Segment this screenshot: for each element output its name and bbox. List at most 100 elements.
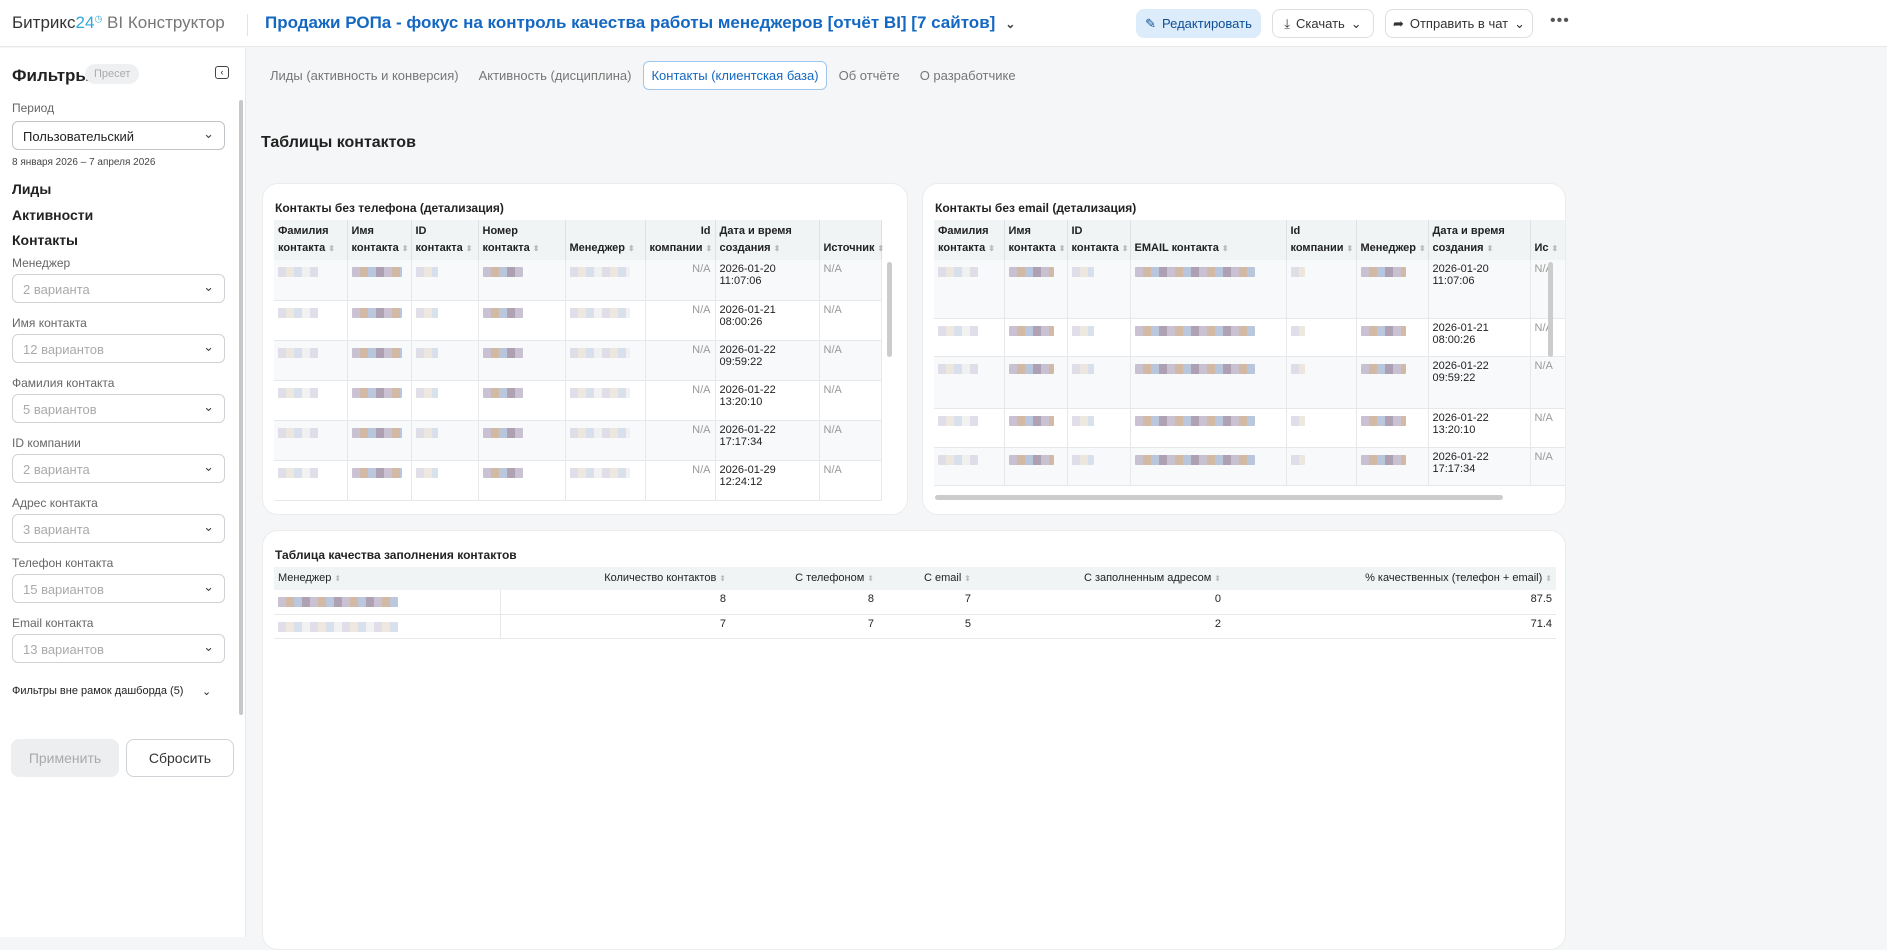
apply-button[interactable]: Применить: [11, 739, 119, 777]
redacted-value: [1290, 325, 1305, 336]
sort-icon[interactable]: ⬍: [1059, 244, 1066, 253]
column-header[interactable]: ID контакта ⬍: [411, 220, 479, 260]
table-row[interactable]: 2026-01-22 13:20:10 N/A: [934, 408, 1565, 448]
column-header[interactable]: Фамилия контакта ⬍: [274, 220, 348, 260]
tab-about-developer[interactable]: О разработчике: [912, 61, 1024, 90]
filter-address[interactable]: 3 варианта ⌄: [12, 514, 225, 543]
sort-icon[interactable]: ⬍: [719, 574, 726, 583]
column-header[interactable]: С заполненным адресом ⬍: [975, 567, 1225, 590]
sort-icon[interactable]: ⬍: [402, 244, 409, 253]
sort-icon[interactable]: ⬍: [1419, 244, 1426, 253]
column-header[interactable]: Ис ⬍: [1530, 220, 1566, 260]
sort-icon[interactable]: ⬍: [1347, 244, 1354, 253]
column-header[interactable]: Дата и время создания ⬍: [1428, 220, 1531, 260]
filter-company-id[interactable]: 2 варианта ⌄: [12, 454, 225, 483]
table-row[interactable]: N/A 2026-01-22 17:17:34 N/A: [274, 420, 882, 461]
send-to-chat-button[interactable]: ➦ Отправить в чат ⌄: [1385, 9, 1533, 38]
table-row[interactable]: N/A 2026-01-22 09:59:22 N/A: [274, 340, 882, 381]
table-row[interactable]: N/A 2026-01-21 08:00:26 N/A: [274, 300, 882, 341]
tab-contacts[interactable]: Контакты (клиентская база): [643, 61, 827, 90]
sort-icon[interactable]: ⬍: [628, 244, 635, 253]
header-line: [1535, 223, 1566, 240]
sort-icon[interactable]: ⬍: [867, 574, 874, 583]
section-contacts[interactable]: Контакты: [12, 232, 78, 248]
sort-icon[interactable]: ⬍: [328, 244, 335, 253]
table-row[interactable]: N/A 2026-01-29 12:24:12 N/A: [274, 460, 882, 501]
table-row[interactable]: 2026-01-22 09:59:22 N/A: [934, 356, 1565, 409]
sort-icon[interactable]: ⬍: [334, 574, 341, 583]
created-date-cell: 2026-01-22 09:59:22: [715, 340, 820, 381]
sort-icon[interactable]: ⬍: [706, 244, 713, 253]
chevron-down-icon[interactable]: ⌄: [1005, 17, 1015, 31]
sidebar-scrollbar[interactable]: [239, 100, 243, 715]
sort-icon[interactable]: ⬍: [964, 574, 971, 583]
outside-filters-toggle[interactable]: Фильтры вне рамок дашборда (5) ⌄: [12, 685, 225, 698]
table-horizontal-scrollbar[interactable]: [935, 495, 1503, 500]
column-header[interactable]: Дата и время создания ⬍: [715, 220, 820, 260]
column-header[interactable]: ID контакта ⬍: [1067, 220, 1131, 260]
column-header[interactable]: Id компании ⬍: [645, 220, 716, 260]
tab-leads[interactable]: Лиды (активность и конверсия): [262, 61, 467, 90]
column-header[interactable]: Менеджер ⬍: [565, 220, 646, 260]
table-row[interactable]: N/A 2026-01-22 13:20:10 N/A: [274, 380, 882, 421]
company-id-cell: N/A: [645, 460, 716, 501]
table-scrollbar[interactable]: [887, 262, 892, 357]
collapse-sidebar-icon[interactable]: ‹: [215, 66, 229, 79]
column-header[interactable]: % качественных (телефон + email) ⬍: [1225, 567, 1556, 590]
header-text: контакта: [1008, 242, 1056, 254]
sort-icon[interactable]: ⬍: [878, 244, 885, 253]
filter-label: Менеджер: [12, 256, 71, 270]
sort-icon[interactable]: ⬍: [466, 244, 473, 253]
filter-contact-surname[interactable]: 5 вариантов ⌄: [12, 394, 225, 423]
sort-icon[interactable]: ⬍: [1487, 244, 1494, 253]
report-title[interactable]: Продажи РОПа - фокус на контроль качеств…: [265, 13, 1015, 33]
tab-about-report[interactable]: Об отчёте: [831, 61, 908, 90]
logo[interactable]: Битрикс24◷ BI Конструктор: [12, 13, 225, 33]
column-header[interactable]: С email ⬍: [878, 567, 975, 590]
sort-icon[interactable]: ⬍: [988, 244, 995, 253]
period-select[interactable]: Пользовательский ⌄: [12, 121, 225, 150]
column-header[interactable]: Менеджер ⬍: [274, 567, 500, 590]
sort-icon[interactable]: ⬍: [1545, 574, 1552, 583]
column-header[interactable]: Имя контакта ⬍: [347, 220, 412, 260]
filter-phone[interactable]: 15 вариантов ⌄: [12, 574, 225, 603]
preset-badge[interactable]: Пресет: [85, 64, 140, 84]
column-header[interactable]: Фамилия контакта ⬍: [934, 220, 1005, 260]
column-header[interactable]: Источник ⬍: [819, 220, 884, 260]
sort-icon[interactable]: ⬍: [1214, 574, 1221, 583]
section-leads[interactable]: Лиды: [12, 181, 51, 197]
column-header[interactable]: Менеджер ⬍: [1356, 220, 1429, 260]
created-date-cell: 2026-01-29 12:24:12: [715, 460, 820, 501]
table-row[interactable]: 2026-01-20 11:07:06 N/A: [934, 260, 1565, 319]
column-header[interactable]: Имя контакта ⬍: [1004, 220, 1068, 260]
column-header[interactable]: С телефоном ⬍: [730, 567, 878, 590]
download-button[interactable]: ⤓ Скачать ⌄: [1272, 9, 1374, 38]
more-icon[interactable]: •••: [1550, 12, 1570, 30]
column-header[interactable]: Номер контакта ⬍: [478, 220, 566, 260]
column-header[interactable]: Id компании ⬍: [1286, 220, 1357, 260]
sort-icon[interactable]: ⬍: [774, 244, 781, 253]
reset-button[interactable]: Сбросить: [126, 739, 234, 777]
table-row[interactable]: 7 7 5 2 71.4: [274, 614, 1556, 639]
filter-email[interactable]: 13 вариантов ⌄: [12, 634, 225, 663]
sort-icon[interactable]: ⬍: [533, 244, 540, 253]
section-activities[interactable]: Активности: [12, 207, 93, 223]
column-header[interactable]: EMAIL контакта ⬍: [1130, 220, 1287, 260]
logo-number: 24: [75, 13, 95, 32]
sort-icon[interactable]: ⬍: [1222, 244, 1229, 253]
table-row[interactable]: 8 8 7 0 87.5: [274, 590, 1556, 615]
table-row[interactable]: N/A 2026-01-20 11:07:06 N/A: [274, 260, 882, 301]
tab-activity[interactable]: Активность (дисциплина): [471, 61, 640, 90]
contacts-without-email-card: Контакты без email (детализация) Фамилия…: [922, 183, 1566, 515]
cell: [478, 460, 566, 501]
column-header[interactable]: Количество контактов ⬍: [500, 567, 730, 590]
filter-manager[interactable]: 2 варианта ⌄: [12, 274, 225, 303]
sort-icon[interactable]: ⬍: [1552, 244, 1559, 253]
sort-icon[interactable]: ⬍: [1122, 244, 1129, 253]
table-row[interactable]: 2026-01-21 08:00:26 N/A: [934, 318, 1565, 357]
filter-contact-name[interactable]: 12 вариантов ⌄: [12, 334, 225, 363]
table-scrollbar[interactable]: [1548, 262, 1553, 357]
edit-button[interactable]: ✎ Редактировать: [1136, 9, 1261, 38]
table-row[interactable]: 2026-01-22 17:17:34 N/A: [934, 447, 1565, 486]
send-label: Отправить в чат: [1409, 16, 1509, 31]
